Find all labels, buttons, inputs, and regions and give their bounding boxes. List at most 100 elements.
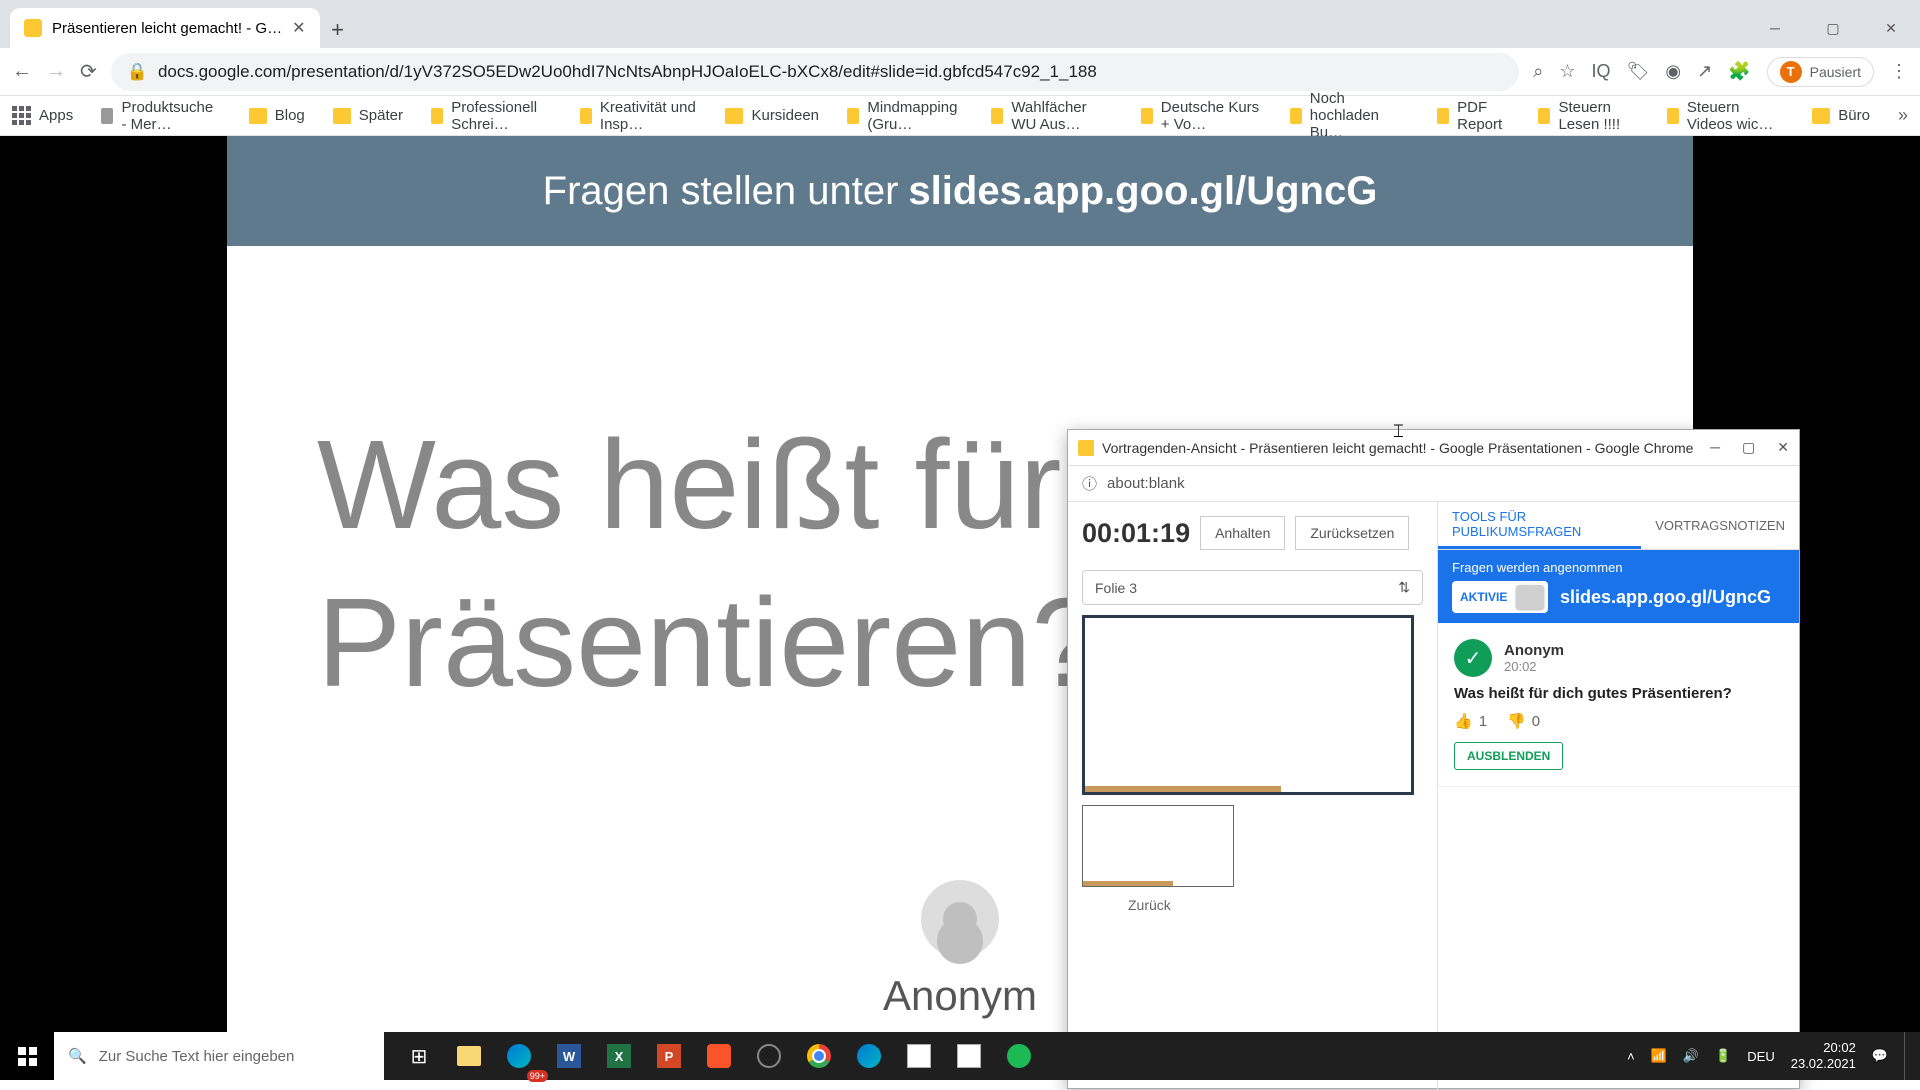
powerpoint-icon[interactable]: P — [644, 1032, 694, 1080]
back-icon[interactable]: ← — [12, 60, 32, 83]
forward-icon[interactable]: → — [46, 60, 66, 83]
task-view-icon[interactable]: ⊞ — [394, 1032, 444, 1080]
profile-badge[interactable]: T Pausiert — [1767, 57, 1874, 87]
circle-extension-icon[interactable]: ◉ — [1665, 61, 1681, 82]
bookmark-folder[interactable]: Produktsuche - Mer… — [101, 99, 221, 133]
language-indicator[interactable]: DEU — [1747, 1049, 1774, 1064]
excel-icon[interactable]: X — [594, 1032, 644, 1080]
address-bar: ← → ⟳ 🔒 docs.google.com/presentation/d/1… — [0, 48, 1920, 96]
battery-icon[interactable]: 🔋 — [1715, 1048, 1731, 1064]
app-icon[interactable] — [944, 1032, 994, 1080]
question-author: Anonym — [1504, 642, 1564, 659]
popup-minimize-icon[interactable]: ─ — [1710, 439, 1720, 456]
avatar-icon — [921, 880, 999, 958]
dropdown-icon: ⇅ — [1398, 579, 1410, 596]
prev-slide-thumbnail[interactable] — [1082, 805, 1234, 887]
bookmark-folder[interactable]: Mindmapping (Gru… — [847, 99, 963, 133]
bookmark-folder[interactable]: PDF Report — [1437, 99, 1510, 133]
presenter-left-panel: 00:01:19 Anhalten Zurücksetzen Folie 3 ⇅… — [1068, 502, 1438, 1090]
bookmark-folder[interactable]: Wahlfächer WU Aus… — [991, 99, 1112, 133]
presentation-stage: Fragen stellen unter slides.app.goo.gl/U… — [0, 136, 1920, 1080]
bookmark-folder[interactable]: Noch hochladen Bu… — [1290, 90, 1410, 141]
bookmark-folder[interactable]: Blog — [249, 107, 305, 124]
file-explorer-icon[interactable] — [444, 1032, 494, 1080]
apps-button[interactable]: Apps — [12, 106, 73, 125]
new-tab-button[interactable]: + — [320, 12, 356, 48]
star-icon[interactable]: ☆ — [1559, 61, 1575, 82]
questions-toggle[interactable]: AKTIVIE — [1452, 581, 1548, 613]
tag-extension-icon[interactable]: 🏷 — [1627, 61, 1650, 82]
bookmark-folder[interactable]: Kursideen — [725, 107, 819, 124]
popup-url: about:blank — [1107, 475, 1185, 492]
current-slide-thumbnail[interactable] — [1082, 615, 1414, 795]
taskbar-search[interactable]: 🔍Zur Suche Text hier eingeben — [54, 1032, 384, 1080]
maximize-icon[interactable]: ▢ — [1804, 8, 1862, 48]
bookmarks-bar: Apps Produktsuche - Mer… Blog Später Pro… — [0, 96, 1920, 136]
pause-button[interactable]: Anhalten — [1200, 516, 1285, 550]
brave-icon[interactable] — [694, 1032, 744, 1080]
info-icon[interactable]: ⓘ — [1082, 473, 1097, 494]
slide-selector[interactable]: Folie 3 ⇅ — [1082, 570, 1423, 605]
question-text: Was heißt für dich gutes Präsentieren? — [1454, 685, 1783, 702]
check-icon[interactable]: ✓ — [1454, 639, 1492, 677]
bookmarks-overflow-icon[interactable]: » — [1898, 105, 1908, 126]
bookmark-folder[interactable]: Kreativität und Insp… — [580, 99, 698, 133]
popup-titlebar[interactable]: Vortragenden-Ansicht - Präsentieren leic… — [1068, 430, 1799, 466]
browser-tab-bar: Präsentieren leicht gemacht! - G… ✕ + ─ … — [0, 0, 1920, 48]
slides-favicon — [24, 19, 42, 37]
notepad-icon[interactable] — [894, 1032, 944, 1080]
presenter-right-panel: TOOLS FÜR PUBLIKUMSFRAGEN VORTRAGSNOTIZE… — [1438, 502, 1799, 1090]
popup-address-bar: ⓘ about:blank — [1068, 466, 1799, 502]
presenter-view-popup: Vortragenden-Ansicht - Präsentieren leic… — [1067, 429, 1800, 1089]
banner-link: slides.app.goo.gl/UgncG — [908, 169, 1377, 214]
windows-taskbar: 🔍Zur Suche Text hier eingeben ⊞ 99+ W X … — [0, 1032, 1920, 1080]
anon-author: Anonym — [883, 880, 1037, 1020]
edge-icon[interactable] — [844, 1032, 894, 1080]
reload-icon[interactable]: ⟳ — [80, 59, 97, 84]
tray-chevron-icon[interactable]: ˄ — [1627, 1049, 1635, 1064]
spotify-icon[interactable] — [994, 1032, 1044, 1080]
bookmark-folder[interactable]: Steuern Videos wic… — [1667, 99, 1785, 133]
tab-speaker-notes[interactable]: VORTRAGSNOTIZEN — [1641, 502, 1799, 549]
bookmark-folder[interactable]: Deutsche Kurs + Vo… — [1141, 99, 1262, 133]
menu-icon[interactable]: ⋮ — [1890, 61, 1908, 82]
mail-icon[interactable]: 99+ — [494, 1032, 544, 1080]
minimize-icon[interactable]: ─ — [1746, 8, 1804, 48]
bookmark-folder[interactable]: Steuern Lesen !!!! — [1538, 99, 1638, 133]
tab-audience-tools[interactable]: TOOLS FÜR PUBLIKUMSFRAGEN — [1438, 502, 1641, 549]
chrome-icon[interactable] — [794, 1032, 844, 1080]
anon-label: Anonym — [883, 972, 1037, 1020]
bookmark-folder[interactable]: Professionell Schrei… — [431, 99, 552, 133]
toggle-knob — [1516, 585, 1544, 609]
iq-extension-icon[interactable]: IQ — [1592, 61, 1611, 82]
popup-close-icon[interactable]: ✕ — [1777, 439, 1789, 456]
arrow-extension-icon[interactable]: ↗ — [1697, 61, 1712, 82]
notifications-icon[interactable]: 💬 — [1872, 1048, 1888, 1064]
hide-button[interactable]: AUSBLENDEN — [1454, 742, 1563, 770]
show-desktop-button[interactable] — [1904, 1032, 1914, 1080]
thumbs-up-button[interactable]: 👍1 — [1454, 712, 1487, 730]
close-window-icon[interactable]: ✕ — [1862, 8, 1920, 48]
obs-icon[interactable] — [744, 1032, 794, 1080]
bookmark-folder[interactable]: Später — [333, 107, 403, 124]
profile-state: Pausiert — [1810, 64, 1861, 80]
accepting-banner: Fragen werden angenommen AKTIVIE slides.… — [1438, 550, 1799, 623]
wifi-icon[interactable]: 📶 — [1651, 1048, 1667, 1064]
browser-tab[interactable]: Präsentieren leicht gemacht! - G… ✕ — [10, 8, 320, 48]
popup-maximize-icon[interactable]: ▢ — [1742, 439, 1755, 456]
start-button[interactable] — [0, 1032, 54, 1080]
word-icon[interactable]: W — [544, 1032, 594, 1080]
volume-icon[interactable]: 🔊 — [1683, 1048, 1699, 1064]
reset-button[interactable]: Zurücksetzen — [1295, 516, 1409, 550]
share-link: slides.app.goo.gl/UgncG — [1560, 587, 1771, 608]
question-item: ✓ Anonym 20:02 Was heißt für dich gutes … — [1438, 623, 1799, 787]
profile-avatar: T — [1780, 61, 1802, 83]
close-tab-icon[interactable]: ✕ — [292, 18, 305, 38]
extensions-icon[interactable]: 🧩 — [1728, 61, 1750, 82]
bookmark-folder[interactable]: Büro — [1812, 107, 1870, 124]
taskbar-clock[interactable]: 20:02 23.02.2021 — [1791, 1040, 1856, 1071]
zoom-icon[interactable]: ⌕ — [1533, 61, 1543, 82]
question-time: 20:02 — [1504, 659, 1564, 674]
url-field[interactable]: 🔒 docs.google.com/presentation/d/1yV372S… — [111, 53, 1520, 91]
thumbs-down-button[interactable]: 👎0 — [1507, 712, 1540, 730]
